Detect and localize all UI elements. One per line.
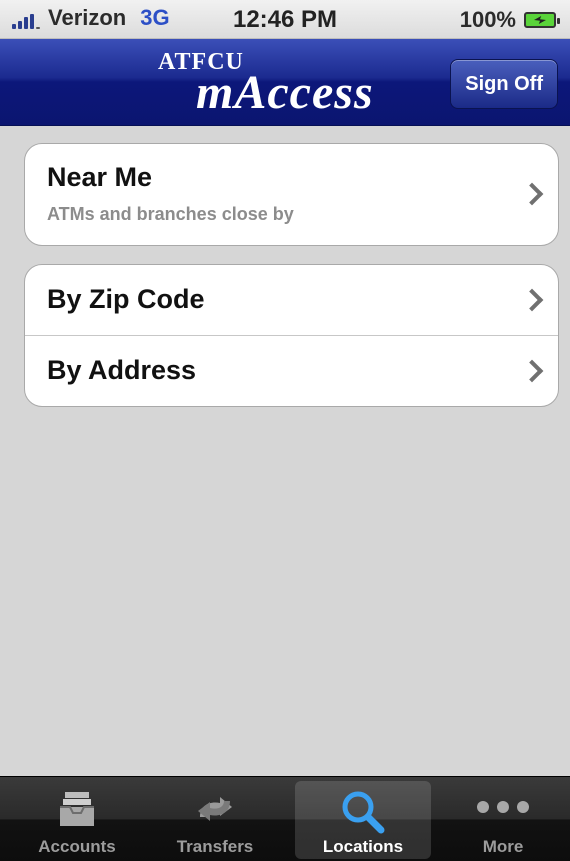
- near-me-group: Near Me ATMs and branches close by: [24, 143, 559, 246]
- near-me-subtitle: ATMs and branches close by: [47, 204, 294, 224]
- by-zip-code-row[interactable]: By Zip Code: [25, 265, 558, 335]
- app-header: ATFCU mAccess Sign Off: [0, 39, 570, 126]
- battery-percentage: 100%: [459, 7, 516, 32]
- by-address-row[interactable]: By Address: [25, 335, 558, 405]
- tab-transfers[interactable]: Transfers: [147, 781, 283, 859]
- inbox-tray-icon: [57, 789, 97, 834]
- transfer-arrows-icon: [192, 789, 238, 834]
- status-bar: Verizon 3G 12:46 PM 100%: [0, 0, 570, 39]
- chevron-right-icon: [520, 359, 544, 383]
- tab-transfers-label: Transfers: [176, 837, 254, 856]
- more-dots-icon: [473, 799, 533, 820]
- battery-icon: [524, 12, 560, 28]
- tab-accounts-label: Accounts: [38, 837, 116, 856]
- tab-locations-label: Locations: [322, 837, 404, 856]
- tab-more[interactable]: More: [435, 781, 570, 859]
- sign-off-button[interactable]: Sign Off: [450, 59, 558, 109]
- logo-main-text: mAccess: [196, 66, 374, 119]
- near-me-row[interactable]: Near Me ATMs and branches close by: [25, 144, 558, 245]
- tab-more-label: More: [482, 837, 524, 856]
- magnifier-icon: [340, 789, 386, 840]
- search-by-group: By Zip Code By Address: [24, 264, 559, 407]
- tab-bar: Accounts Transfers Locations More: [0, 776, 570, 861]
- tab-locations[interactable]: Locations: [295, 781, 431, 859]
- status-right: 100%: [459, 7, 560, 33]
- chevron-right-icon: [520, 182, 544, 206]
- tab-accounts[interactable]: Accounts: [9, 781, 145, 859]
- chevron-right-icon: [520, 288, 544, 312]
- by-address-title: By Address: [47, 355, 197, 385]
- near-me-title: Near Me: [47, 162, 153, 192]
- by-zip-code-title: By Zip Code: [47, 284, 205, 314]
